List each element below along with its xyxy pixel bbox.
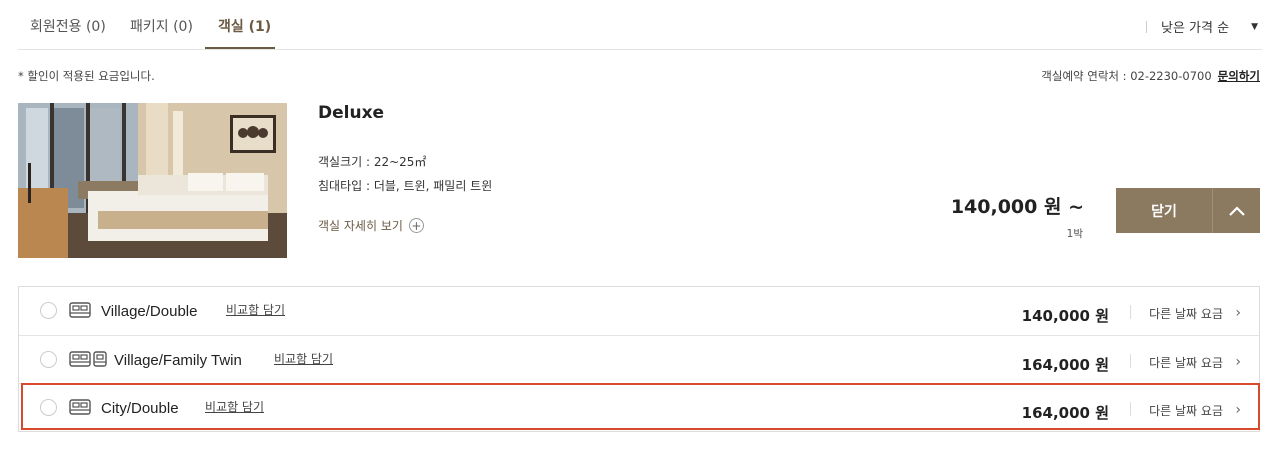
tab-rooms[interactable]: 객실 (1) — [218, 16, 271, 36]
chevron-right-icon[interactable]: › — [1235, 354, 1241, 370]
rate-radio[interactable] — [40, 399, 57, 416]
room-price: 140,000 원 ~ — [950, 196, 1084, 218]
bed-type: 침대타입 : 더블, 트윈, 패밀리 트윈 — [318, 179, 493, 193]
rate-name: City/Double — [101, 400, 179, 417]
rate-row: Village/Double 비교함 담기 140,000 원 다른 날짜 요금… — [19, 287, 1259, 335]
caret-down-icon: ▼ — [1251, 21, 1258, 32]
rate-name: Village/Double — [101, 303, 198, 320]
family-twin-bed-icon — [69, 351, 107, 367]
rate-row: Village/Family Twin 비교함 담기 164,000 원 다른 … — [19, 335, 1259, 383]
contact-text: 객실예약 연락처 : 02-2230-0700 — [1041, 69, 1212, 83]
chevron-up-icon — [1212, 188, 1260, 233]
rate-radio[interactable] — [40, 302, 57, 319]
rate-radio[interactable] — [40, 351, 57, 368]
other-dates-link[interactable]: 다른 날짜 요금 — [1149, 354, 1223, 371]
rate-price: 164,000 원 — [1021, 356, 1109, 374]
rate-price: 140,000 원 — [1021, 307, 1109, 325]
room-category-tabs: 회원전용 (0) 패키지 (0) 객실 (1) 낮은 가격 순 ▼ — [18, 0, 1262, 50]
chevron-right-icon[interactable]: › — [1235, 402, 1241, 418]
discount-notice: * 할인이 적용된 요금입니다. — [18, 69, 155, 83]
sort-label: 낮은 가격 순 — [1161, 21, 1230, 36]
room-photo — [18, 103, 287, 258]
rate-divider — [1130, 354, 1131, 368]
sort-dropdown[interactable]: 낮은 가격 순 ▼ — [1146, 17, 1258, 36]
sort-divider — [1146, 20, 1147, 33]
rate-divider — [1130, 402, 1131, 416]
double-bed-icon — [69, 399, 91, 415]
room-detail-link[interactable]: 객실 자세히 보기 + — [318, 217, 424, 234]
per-night-label: 1박 — [1066, 228, 1083, 240]
chevron-right-icon[interactable]: › — [1235, 305, 1241, 321]
plus-icon: + — [408, 218, 424, 233]
active-tab-indicator — [205, 47, 275, 49]
reservation-contact: 객실예약 연락처 : 02-2230-0700 문의하기 — [1041, 68, 1260, 84]
other-dates-link[interactable]: 다른 날짜 요금 — [1149, 305, 1223, 322]
collapse-button[interactable]: 닫기 — [1116, 188, 1260, 233]
tab-members-only[interactable]: 회원전용 (0) — [30, 16, 106, 36]
double-bed-icon — [69, 302, 91, 318]
add-to-compare-link[interactable]: 비교함 담기 — [274, 350, 333, 367]
room-title: Deluxe — [318, 103, 385, 123]
inquiry-link[interactable]: 문의하기 — [1218, 69, 1260, 83]
room-size: 객실크기 : 22~25㎡ — [318, 155, 427, 169]
rate-name: Village/Family Twin — [114, 352, 242, 369]
rate-row: City/Double 비교함 담기 164,000 원 다른 날짜 요금 › — [19, 383, 1259, 431]
rate-price: 164,000 원 — [1021, 404, 1109, 422]
room-detail-label: 객실 자세히 보기 — [318, 219, 403, 233]
add-to-compare-link[interactable]: 비교함 담기 — [205, 398, 264, 415]
other-dates-link[interactable]: 다른 날짜 요금 — [1149, 402, 1223, 419]
add-to-compare-link[interactable]: 비교함 담기 — [226, 301, 285, 318]
collapse-label: 닫기 — [1151, 203, 1177, 220]
rate-divider — [1130, 305, 1131, 319]
tab-package[interactable]: 패키지 (0) — [130, 16, 193, 36]
rate-list: Village/Double 비교함 담기 140,000 원 다른 날짜 요금… — [18, 286, 1260, 432]
